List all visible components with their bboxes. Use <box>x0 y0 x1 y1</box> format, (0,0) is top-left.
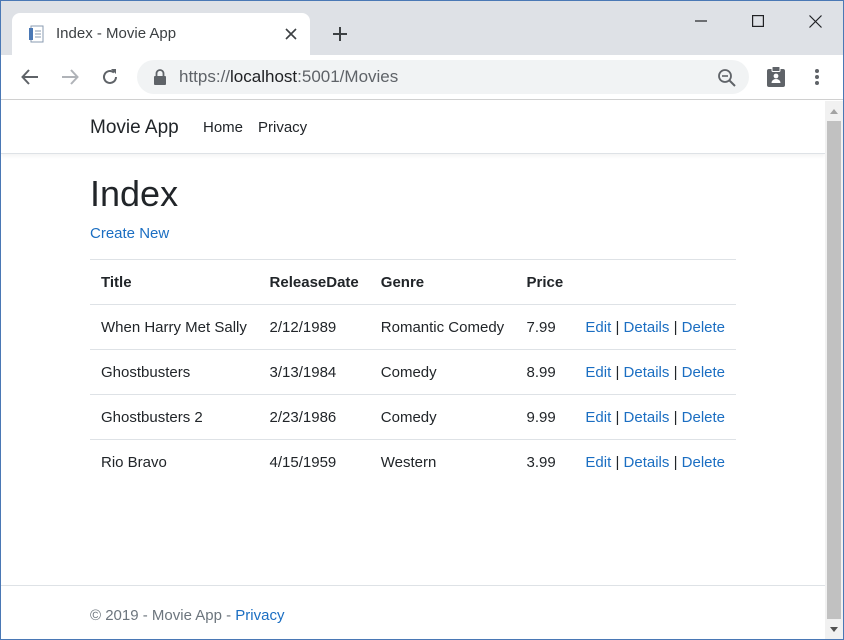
action-separator: | <box>615 318 620 336</box>
table-row: When Harry Met Sally 2/12/1989 Romantic … <box>90 304 736 350</box>
action-separator: | <box>615 453 620 471</box>
lock-icon[interactable] <box>153 69 167 85</box>
scroll-down-icon[interactable] <box>825 620 843 638</box>
cell-release-date: 4/15/1959 <box>258 439 370 485</box>
cell-genre: Western <box>369 439 516 485</box>
cell-genre: Romantic Comedy <box>369 304 516 350</box>
minimize-icon[interactable] <box>673 1 729 41</box>
cell-release-date: 3/13/1984 <box>258 349 370 395</box>
table-header-row: Title ReleaseDate Genre Price <box>90 259 736 305</box>
maximize-icon[interactable] <box>730 1 786 41</box>
clipboard-icon[interactable] <box>763 64 789 90</box>
action-separator: | <box>673 408 678 426</box>
cell-title: Ghostbusters <box>90 349 259 395</box>
details-link[interactable]: Details <box>624 454 670 471</box>
footer-privacy-link[interactable]: Privacy <box>235 607 284 624</box>
close-icon[interactable] <box>282 25 300 43</box>
nav-link-privacy[interactable]: Privacy <box>258 119 307 137</box>
url-text: https://localhost:5001/Movies <box>179 67 398 87</box>
url-host: localhost <box>230 67 298 86</box>
tab-title: Index - Movie App <box>56 25 177 42</box>
cell-release-date: 2/12/1989 <box>258 304 370 350</box>
scrollbar-thumb[interactable] <box>827 121 841 619</box>
cell-genre: Comedy <box>369 394 516 440</box>
cell-actions: Edit | Details | Delete <box>574 304 736 350</box>
delete-link[interactable]: Delete <box>682 454 725 471</box>
cell-price: 8.99 <box>515 349 575 395</box>
details-link[interactable]: Details <box>624 364 670 381</box>
brand-link[interactable]: Movie App <box>90 117 179 139</box>
cell-genre: Comedy <box>369 349 516 395</box>
cell-price: 7.99 <box>515 304 575 350</box>
cell-actions: Edit | Details | Delete <box>574 439 736 485</box>
back-icon[interactable] <box>17 64 43 90</box>
movies-table: Title ReleaseDate Genre Price When Harry… <box>90 259 736 485</box>
column-header-price: Price <box>515 259 575 305</box>
url-path: :5001/Movies <box>297 67 399 86</box>
edit-link[interactable]: Edit <box>585 454 611 471</box>
cell-title: Ghostbusters 2 <box>90 394 259 440</box>
site-footer: © 2019 - Movie App - Privacy <box>1 585 825 639</box>
table-row: Ghostbusters 2 2/23/1986 Comedy 9.99 Edi… <box>90 394 736 440</box>
cell-title: Rio Bravo <box>90 439 259 485</box>
more-icon[interactable] <box>804 64 830 90</box>
page-viewport: Movie App Home Privacy Index Create New … <box>1 101 825 639</box>
edit-link[interactable]: Edit <box>585 364 611 381</box>
plus-icon[interactable] <box>327 21 353 47</box>
browser-toolbar: https://localhost:5001/Movies <box>1 55 843 100</box>
details-link[interactable]: Details <box>624 409 670 426</box>
action-separator: | <box>673 363 678 381</box>
reload-icon[interactable] <box>97 64 123 90</box>
close-window-icon[interactable] <box>787 1 843 41</box>
browser-window: Index - Movie App https://localhost:5001… <box>0 0 844 640</box>
table-row: Rio Bravo 4/15/1959 Western 3.99 Edit | … <box>90 439 736 485</box>
edit-link[interactable]: Edit <box>585 319 611 336</box>
tab-strip: Index - Movie App <box>1 1 843 55</box>
footer-text: © 2019 - Movie App - Privacy <box>90 607 284 625</box>
page-title: Index <box>90 173 179 214</box>
scroll-up-icon[interactable] <box>825 102 843 120</box>
delete-link[interactable]: Delete <box>682 319 725 336</box>
table-row: Ghostbusters 3/13/1984 Comedy 8.99 Edit … <box>90 349 736 395</box>
action-separator: | <box>615 363 620 381</box>
create-new-link[interactable]: Create New <box>90 225 169 243</box>
column-header-actions <box>574 259 736 305</box>
column-header-release-date: ReleaseDate <box>258 259 370 305</box>
edit-link[interactable]: Edit <box>585 409 611 426</box>
action-separator: | <box>673 318 678 336</box>
cell-price: 9.99 <box>515 394 575 440</box>
url-scheme: https:// <box>179 67 231 86</box>
delete-link[interactable]: Delete <box>682 409 725 426</box>
zoom-out-icon[interactable] <box>717 68 737 88</box>
browser-tab[interactable]: Index - Movie App <box>12 13 310 55</box>
copyright-text: © 2019 - Movie App - <box>90 607 236 624</box>
column-header-title: Title <box>90 259 259 305</box>
cell-actions: Edit | Details | Delete <box>574 394 736 440</box>
action-separator: | <box>673 453 678 471</box>
forward-icon[interactable] <box>57 64 83 90</box>
site-navbar: Movie App Home Privacy <box>1 101 825 154</box>
cell-title: When Harry Met Sally <box>90 304 259 350</box>
column-header-genre: Genre <box>369 259 516 305</box>
nav-link-home[interactable]: Home <box>203 119 243 137</box>
cell-release-date: 2/23/1986 <box>258 394 370 440</box>
cell-actions: Edit | Details | Delete <box>574 349 736 395</box>
cell-price: 3.99 <box>515 439 575 485</box>
vertical-scrollbar[interactable] <box>825 101 843 639</box>
address-bar[interactable]: https://localhost:5001/Movies <box>137 60 749 94</box>
action-separator: | <box>615 408 620 426</box>
details-link[interactable]: Details <box>624 319 670 336</box>
delete-link[interactable]: Delete <box>682 364 725 381</box>
page-icon <box>28 25 46 43</box>
